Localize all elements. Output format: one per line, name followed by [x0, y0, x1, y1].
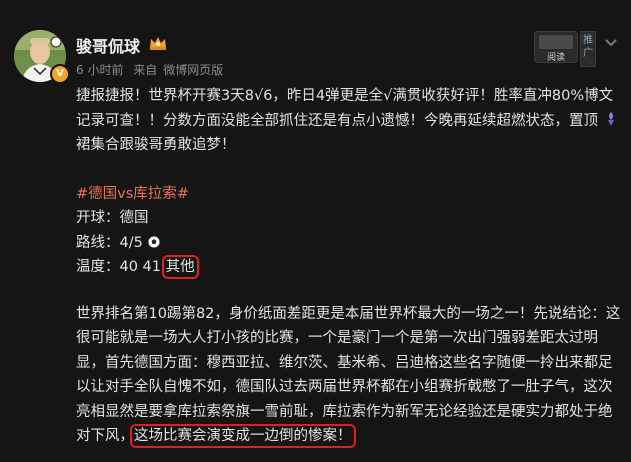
fish-icon: [607, 111, 614, 126]
read-label: 阅读: [546, 53, 565, 63]
match-hashtag[interactable]: #德国vs库拉索#: [76, 182, 624, 207]
analysis-text: 世界排名第10踢第82，身价纸面差距更是本届世界杯最大的一场之一！先说结论：这很…: [76, 305, 621, 445]
kickoff-label: 开球：: [76, 210, 120, 226]
post-content: 捷报捷报！世界杯开赛3天8√6，昨日4弹更是全√满贯收获好评！胜率直冲80%博文…: [76, 84, 624, 449]
read-count-value: [539, 35, 573, 49]
promote-button[interactable]: 推广: [580, 31, 596, 67]
highlighted-other: 其他: [161, 255, 199, 279]
temperature-row: 温度：40 41 其他: [76, 255, 624, 280]
analysis-conclusion: 这场比赛会演变成一边倒的惨案！: [130, 424, 356, 448]
route-value: 4/5: [119, 234, 143, 251]
route-row: 路线：4/5: [76, 231, 624, 256]
post-meta: 6 小时前 来自 微博网页版: [76, 61, 229, 78]
intro-paragraph: 捷报捷报！世界杯开赛3天8√6，昨日4弹更是全√满贯收获好评！胜率直冲80%博文…: [76, 84, 624, 158]
kickoff-row: 开球：德国: [76, 206, 624, 231]
verified-badge-icon: V: [50, 64, 70, 84]
post-source: 微博网页版: [163, 63, 224, 77]
crown-icon: [150, 37, 166, 50]
chevron-down-icon[interactable]: [604, 38, 618, 48]
intro-text: 捷报捷报！世界杯开赛3天8√6，昨日4弹更是全√满贯收获好评！胜率直冲80%博文…: [76, 88, 614, 129]
post-time[interactable]: 6 小时前: [76, 63, 123, 77]
read-count-widget[interactable]: 阅读: [534, 31, 578, 63]
source-prefix: 来自: [133, 63, 158, 77]
intro-tail: 裙集合跟骏哥勇敢追梦！: [76, 137, 236, 153]
temperature-label: 温度：: [76, 259, 120, 275]
weibo-post-card: V 骏哥侃球 6 小时前 来自 微博网页版 阅读 推广 捷报捷报！世界杯开赛3天8…: [0, 0, 631, 462]
route-label: 路线：: [76, 234, 120, 251]
temperature-value: 40 41: [119, 259, 162, 275]
soccer-ball-icon: [147, 235, 161, 248]
kickoff-value: 德国: [119, 210, 149, 226]
author-name[interactable]: 骏哥侃球: [76, 33, 140, 57]
analysis-paragraph: 世界排名第10踢第82，身价纸面差距更是本届世界杯最大的一场之一！先说结论：这很…: [76, 302, 624, 449]
